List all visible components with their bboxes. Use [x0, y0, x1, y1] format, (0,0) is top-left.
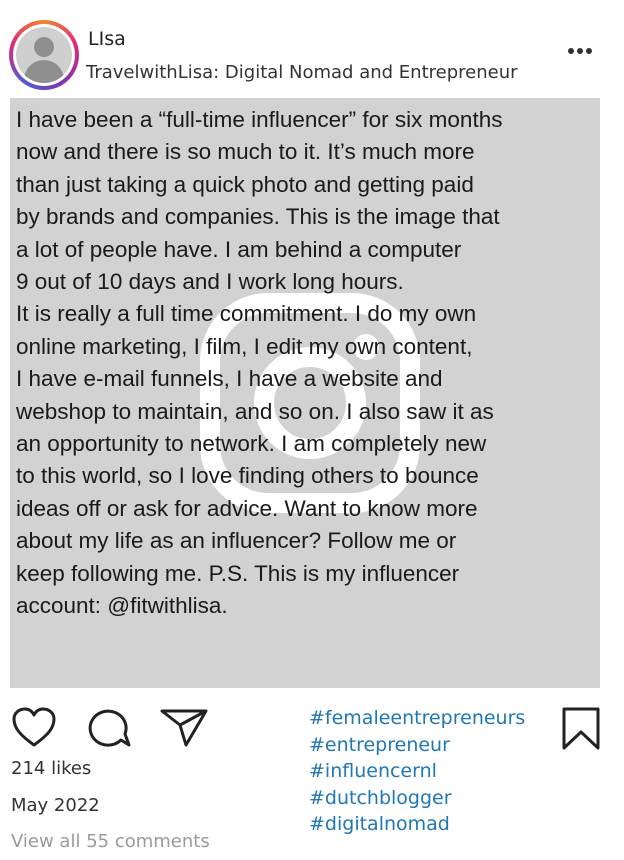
heart-icon[interactable] [10, 705, 58, 749]
hashtag-link[interactable]: #dutchblogger [309, 785, 525, 812]
post-caption: I have been a “full-time influencer” for… [16, 107, 503, 619]
username[interactable]: LIsa [88, 28, 126, 50]
hashtag-link[interactable]: #influencernl [309, 758, 525, 785]
hashtag-link[interactable]: #entrepreneur [309, 732, 525, 759]
post-header: LIsa TravelwithLisa: Digital Nomad and E… [0, 0, 624, 96]
more-icon[interactable] [568, 48, 592, 54]
action-bar [0, 700, 300, 750]
likes-count[interactable]: 214 likes [11, 758, 91, 779]
avatar[interactable] [9, 20, 79, 90]
post-image: I have been a “full-time influencer” for… [10, 98, 600, 688]
comment-icon[interactable] [86, 707, 132, 749]
hashtag-link[interactable]: #femaleentrepreneurs [309, 705, 525, 732]
avatar-placeholder-icon [16, 27, 72, 83]
hashtag-list: #femaleentrepreneurs #entrepreneur #infl… [309, 705, 525, 838]
post-date: May 2022 [11, 795, 100, 816]
bookmark-icon[interactable] [560, 706, 602, 752]
profile-subtitle: TravelwithLisa: Digital Nomad and Entrep… [86, 62, 518, 83]
view-comments-link[interactable]: View all 55 comments [11, 831, 210, 852]
hashtag-link[interactable]: #digitalnomad [309, 811, 525, 838]
share-icon[interactable] [158, 705, 210, 749]
